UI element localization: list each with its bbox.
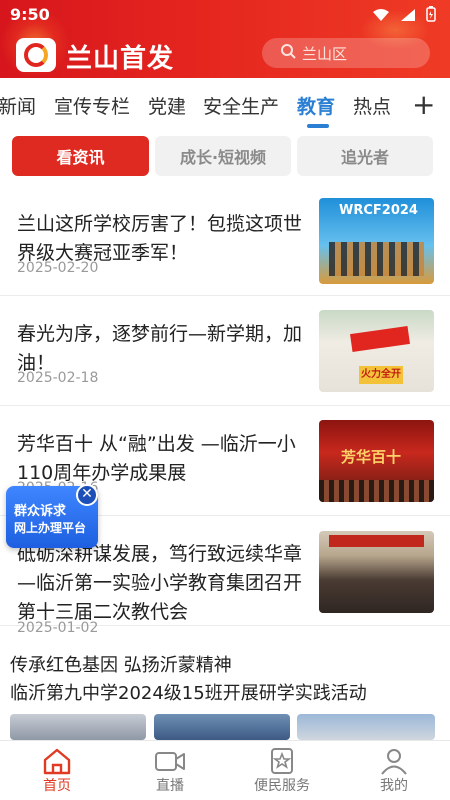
feature-image-3 [297,714,435,740]
news-date: 2025-01-02 [17,620,99,636]
status-time: 9:50 [10,5,50,24]
news-thumbnail: WRCF2024 [319,198,434,284]
news-date: 2025-02-20 [17,260,99,276]
feature-image-2 [154,714,290,740]
feature-title-text: 传承红色基因 弘扬沂蒙精神 临沂第九中学2024级15班开展研学实践活动 [10,655,367,704]
subtab-light-chaser[interactable]: 追光者 [297,136,433,176]
bottom-nav-label: 我的 [380,778,408,794]
news-thumbnail [319,531,434,613]
signal-icon [400,7,416,26]
service-icon [266,747,298,775]
bottom-nav: 首页 直播 便民服务 我的 [0,740,450,800]
tab-news[interactable]: 新闻 [0,92,36,119]
app-header: 9:50 兰山首发 兰山区 [0,0,450,78]
app-title: 兰山首发 [66,44,175,74]
wifi-icon [372,7,390,26]
battery-icon [426,6,436,26]
bottom-nav-label: 直播 [156,778,184,794]
bottom-nav-live[interactable]: 直播 [115,741,225,800]
active-tab-indicator [307,124,329,128]
tab-publicity[interactable]: 宣传专栏 [54,92,130,119]
thumb-caption: 芳华百十 [341,448,402,466]
search-box[interactable]: 兰山区 [262,38,430,68]
bottom-nav-mine[interactable]: 我的 [339,741,449,800]
category-tabs: 新闻 宣传专栏 党建 安全生产 教育 热点 + [0,78,450,130]
bottom-nav-label: 便民服务 [254,778,310,794]
video-icon [154,747,186,775]
news-date: 2025-02-18 [17,370,99,386]
thumb-caption: 火力全开 [359,366,403,384]
bottom-nav-label: 首页 [43,778,71,794]
app-logo [16,38,56,72]
news-thumbnail: 芳华百十 [319,420,434,502]
feature-image-1 [10,714,146,740]
subtab-news[interactable]: 看资讯 [12,136,149,176]
home-icon [41,747,73,775]
feature-title[interactable]: 传承红色基因 弘扬沂蒙精神 临沂第九中学2024级15班开展研学实践活动 [10,652,440,708]
close-icon[interactable]: ✕ [76,484,98,506]
add-tab-icon[interactable]: + [412,88,435,121]
subtab-short-video[interactable]: 成长·短视频 [155,136,291,176]
tab-safety[interactable]: 安全生产 [203,92,279,119]
search-placeholder: 兰山区 [302,44,348,63]
thumb-caption: WRCF2024 [339,203,418,218]
bottom-nav-service[interactable]: 便民服务 [227,741,337,800]
status-icons [372,6,436,26]
search-icon [280,43,296,63]
news-title: 砥砺深耕谋发展，笃行致远续华章—临沂第一实验小学教育集团召开第十三届二次教代会 [17,543,303,623]
tab-education[interactable]: 教育 [297,92,335,119]
news-thumbnail: 火力全开 [319,310,434,392]
news-item[interactable]: 兰山这所学校厉害了！包揽这项世界级大赛冠亚季军！ 2025-02-20 WRCF… [0,186,450,296]
user-icon [378,747,410,775]
tab-party[interactable]: 党建 [148,92,186,119]
bottom-nav-home[interactable]: 首页 [2,741,112,800]
news-item[interactable]: 春光为序，逐梦前行—新学期，加油！ 2025-02-18 火力全开 [0,296,450,406]
widget-line-2: 网上办理平台 [14,521,87,535]
status-bar: 9:50 [0,0,450,30]
tab-hot[interactable]: 热点 [353,92,391,119]
widget-line-1: 群众诉求 [14,504,67,519]
